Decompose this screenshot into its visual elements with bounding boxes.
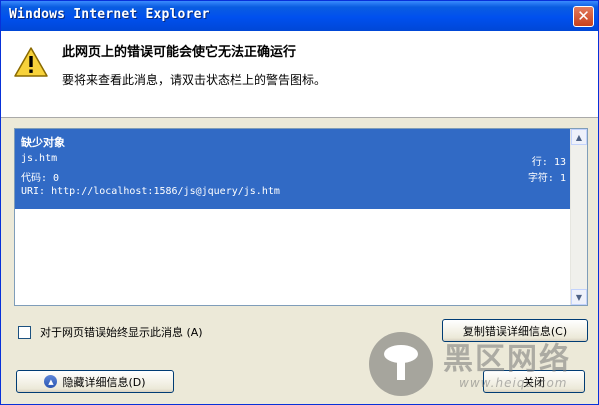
scroll-down-button[interactable]: ▼ (571, 289, 587, 305)
close-icon: ✕ (577, 7, 590, 25)
title-bar[interactable]: Windows Internet Explorer ✕ (1, 1, 598, 31)
error-code: 代码: 0 (21, 173, 60, 184)
copy-details-label: 复制错误详细信息(C) (462, 324, 568, 338)
error-hint: 要将来查看此消息，请双击状态栏上的警告图标。 (62, 73, 327, 87)
error-details-box[interactable]: 缺少对象 js.htm 行: 13 代码: 0 字符: 1 URI: http:… (14, 128, 588, 306)
warning-icon (14, 47, 48, 77)
detail-row-code: 代码: 0 字符: 1 (21, 169, 566, 184)
chevron-up-icon: ▲ (575, 132, 583, 142)
file-name: js.htm (21, 153, 58, 164)
message-panel: 此网页上的错误可能会使它无法正确运行 要将来查看此消息，请双击状态栏上的警告图标… (1, 31, 598, 118)
collapse-up-icon: ▲ (44, 375, 58, 388)
always-show-option[interactable]: 对于网页错误始终显示此消息 (A) (18, 324, 203, 340)
error-uri: URI: http://localhost:1586/js@jquery/js.… (21, 186, 280, 197)
detail-row-file: js.htm 行: 13 (21, 153, 566, 168)
watermark-logo-icon (369, 332, 433, 396)
close-label: 关闭 (523, 375, 545, 389)
scroll-up-button[interactable]: ▲ (571, 129, 587, 145)
chevron-down-icon: ▼ (575, 292, 583, 302)
always-show-label[interactable]: 对于网页错误始终显示此消息 (A) (40, 324, 203, 340)
title-close-button[interactable]: ✕ (573, 6, 594, 27)
line-number: 行: 13 (531, 157, 566, 168)
details-scrollbar[interactable]: ▲ ▼ (570, 129, 587, 305)
error-details-selection[interactable]: 缺少对象 js.htm 行: 13 代码: 0 字符: 1 URI: http:… (15, 129, 572, 209)
always-show-checkbox[interactable] (18, 325, 31, 339)
error-title: 缺少对象 (21, 136, 65, 149)
close-button[interactable]: 关闭 (483, 370, 585, 393)
hide-details-label: 隐藏详细信息(D) (62, 375, 146, 389)
detail-row-uri: URI: http://localhost:1586/js@jquery/js.… (21, 186, 566, 200)
error-heading: 此网页上的错误可能会使它无法正确运行 (62, 45, 297, 60)
error-dialog: Windows Internet Explorer ✕ 此网页上的错误可能会使它… (0, 0, 599, 405)
copy-details-button[interactable]: 复制错误详细信息(C) (442, 319, 588, 342)
window-title: Windows Internet Explorer (9, 7, 210, 22)
char-number: 字符: 1 (527, 173, 566, 184)
hide-details-button[interactable]: ▲ 隐藏详细信息(D) (16, 370, 174, 393)
